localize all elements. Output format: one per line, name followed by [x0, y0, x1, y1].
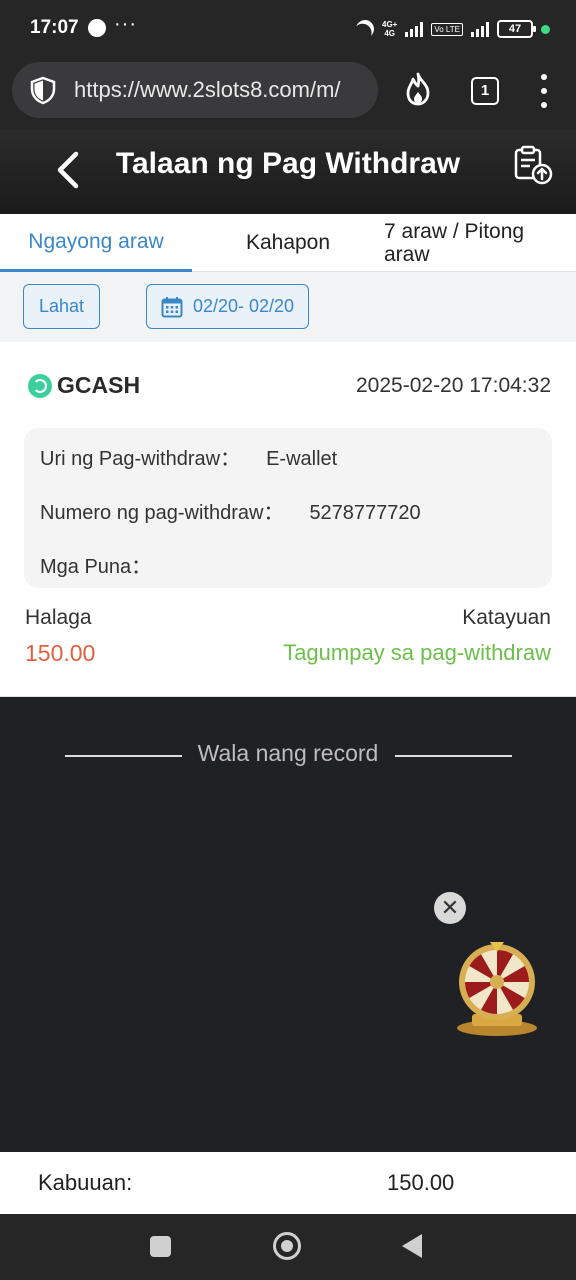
detail-value: 5278777720 — [309, 502, 421, 524]
battery-icon: 47 — [497, 20, 536, 38]
status-bar: 17:07 ··· 4G+ 4G Vo LTE 47 — [0, 0, 576, 60]
no-more-records-text: Wala nang record — [197, 740, 379, 766]
charging-dot-icon — [541, 24, 550, 34]
detail-label: Mga Puna： — [40, 556, 152, 578]
amount-value: 150.00 — [25, 640, 96, 666]
close-icon[interactable]: ✕ — [434, 892, 466, 924]
date-range-label: 02/20- 02/20 — [192, 296, 295, 316]
more-notifications-icon: ··· — [114, 13, 137, 35]
filter-bar: Lahat 02/20- 02/20 — [0, 272, 576, 342]
do-not-disturb-icon — [353, 17, 378, 42]
calendar-icon — [161, 296, 183, 317]
date-range-button[interactable]: 02/20- 02/20 — [146, 284, 309, 329]
detail-row-number: Numero ng pag-withdraw： 5278777720 — [40, 496, 421, 525]
home-icon[interactable] — [273, 1232, 301, 1260]
status-label: Katayuan — [462, 606, 551, 629]
signal-icon — [405, 21, 424, 37]
back-icon[interactable] — [402, 1234, 422, 1258]
network-subtype-label: 4G — [384, 29, 395, 38]
total-bar: Kabuuan: 150.00 — [0, 1152, 576, 1214]
divider — [395, 755, 512, 757]
filter-all-label: Lahat — [38, 296, 85, 316]
total-value: 150.00 — [387, 1170, 455, 1195]
status-value: Tagumpay sa pag-withdraw — [283, 640, 551, 665]
export-icon[interactable] — [510, 142, 556, 188]
tab-today[interactable]: Ngayong araw — [0, 214, 192, 272]
detail-label: Uri ng Pag-withdraw： — [40, 448, 241, 470]
app-header: Talaan ng Pag Withdraw — [0, 130, 576, 214]
withdraw-record-card[interactable]: GCASH 2025-02-20 17:04:32 Uri ng Pag-wit… — [0, 342, 576, 697]
url-text[interactable]: https://www.2slots8.com/m/ — [74, 77, 374, 103]
detail-label: Numero ng pag-withdraw： — [40, 502, 284, 524]
no-more-records: Wala nang record — [0, 740, 576, 770]
tab-yesterday[interactable]: Kahapon — [192, 214, 384, 272]
fire-icon[interactable] — [402, 72, 434, 106]
amount-label: Halaga — [25, 606, 92, 629]
prize-wheel-icon[interactable] — [452, 940, 542, 1040]
detail-row-type: Uri ng Pag-withdraw： E-wallet — [40, 442, 337, 471]
period-tabs: Ngayong araw Kahapon 7 araw / Pitong ara… — [0, 214, 576, 272]
page-title: Talaan ng Pag Withdraw — [115, 147, 461, 180]
network-type-label: 4G+ — [382, 20, 398, 29]
tab-7-days[interactable]: 7 araw / Pitong araw — [384, 214, 564, 272]
tabs-button[interactable]: 1 — [471, 77, 499, 105]
gcash-logo-icon — [28, 374, 52, 398]
record-datetime: 2025-02-20 17:04:32 — [356, 374, 551, 397]
status-indicators: 4G+ 4G Vo LTE 47 — [356, 18, 550, 40]
network-type: 4G+ 4G — [382, 20, 397, 38]
address-bar[interactable]: https://www.2slots8.com/m/ — [12, 62, 378, 118]
volte-badge: Vo LTE — [431, 22, 463, 36]
status-time: 17:07 — [30, 17, 79, 38]
detail-row-remarks: Mga Puna： — [40, 550, 177, 579]
more-menu-icon[interactable] — [536, 74, 552, 108]
shield-icon[interactable] — [28, 75, 58, 105]
payment-method: GCASH — [57, 372, 141, 398]
recent-apps-icon[interactable] — [150, 1236, 171, 1257]
messenger-icon — [88, 19, 106, 37]
filter-all-button[interactable]: Lahat — [23, 284, 100, 329]
system-nav-bar — [0, 1214, 576, 1280]
detail-value: E-wallet — [266, 448, 338, 470]
browser-toolbar: https://www.2slots8.com/m/ 1 — [0, 60, 576, 130]
record-details-box: Uri ng Pag-withdraw： E-wallet Numero ng p… — [24, 428, 552, 588]
signal-icon-2 — [471, 21, 489, 37]
total-label: Kabuuan: — [38, 1170, 133, 1195]
